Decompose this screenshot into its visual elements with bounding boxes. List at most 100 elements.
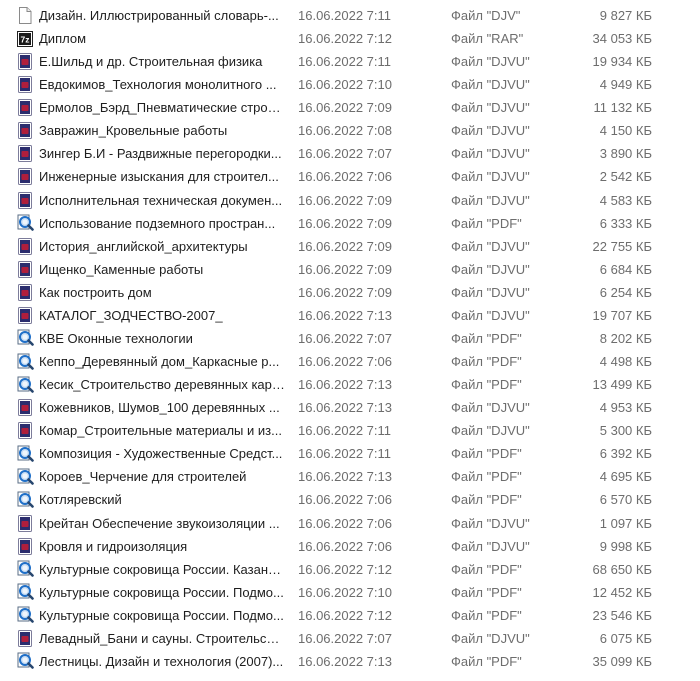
file-row[interactable]: История_английской_архитектуры 16.06.2022… xyxy=(0,235,700,258)
file-date-modified: 16.06.2022 7:07 xyxy=(298,146,392,162)
file-row[interactable]: КАТАЛОГ_ЗОДЧЕСТВО-2007_ 16.06.2022 7:13 Фа… xyxy=(0,304,700,327)
pdf-viewer-icon xyxy=(16,581,34,604)
pdf-viewer-icon xyxy=(16,442,34,465)
file-type: Файл "PDF" xyxy=(451,561,522,577)
file-size: 13 499 КБ xyxy=(592,377,652,393)
file-row[interactable]: Левадный_Бани и сауны. Строительств... 16… xyxy=(0,627,700,650)
file-size: 6 684 КБ xyxy=(599,261,652,277)
file-size: 9 827 КБ xyxy=(599,8,652,23)
file-name: Кесик_Строительство деревянных карк... xyxy=(39,377,285,393)
file-date-modified: 16.06.2022 7:09 xyxy=(298,284,392,300)
file-row[interactable]: Лестницы. Дизайн и технология (2007)... 1… xyxy=(0,650,700,673)
djvu-document-icon xyxy=(16,512,34,535)
file-name: Евдокимов_Технология монолитного ... xyxy=(39,77,277,93)
djvu-document-icon xyxy=(16,396,34,419)
file-date-modified: 16.06.2022 7:07 xyxy=(298,630,392,646)
djvu-document-icon xyxy=(16,73,34,96)
file-date-modified: 16.06.2022 7:11 xyxy=(298,446,392,462)
file-row[interactable]: Зингер Б.И - Раздвижные перегородки... 16… xyxy=(0,142,700,165)
file-row[interactable]: Использование подземного простран... 16.0… xyxy=(0,212,700,235)
svg-text:7z: 7z xyxy=(21,34,30,44)
file-size: 6 075 КБ xyxy=(599,630,652,646)
file-name: Кровля и гидроизоляция xyxy=(39,538,188,554)
file-row[interactable]: Культурные сокровища России. Казань... 16… xyxy=(0,558,700,581)
file-size: 6 333 КБ xyxy=(599,215,652,231)
file-type: Файл "DJVU" xyxy=(451,261,530,277)
file-size: 3 890 КБ xyxy=(599,146,652,162)
file-row[interactable]: Ищенко_Каменные работы 16.06.2022 7:09 Фай… xyxy=(0,258,700,281)
file-size: 23 546 КБ xyxy=(592,607,652,623)
file-name: Крейтан Обеспечение звукоизоляции ... xyxy=(39,515,280,531)
file-name: Ищенко_Каменные работы xyxy=(39,261,204,277)
file-type: Файл "PDF" xyxy=(451,607,522,623)
file-date-modified: 16.06.2022 7:12 xyxy=(298,561,392,577)
file-date-modified: 16.06.2022 7:06 xyxy=(298,169,392,185)
file-date-modified: 16.06.2022 7:10 xyxy=(298,77,392,93)
file-row[interactable]: Ермолов_Бэрд_Пневматические строи... 16.0… xyxy=(0,96,700,119)
djvu-document-icon xyxy=(16,50,34,73)
file-row[interactable]: Инженерные изыскания для строител... 16.0… xyxy=(0,165,700,188)
file-date-modified: 16.06.2022 7:13 xyxy=(298,469,392,485)
file-date-modified: 16.06.2022 7:06 xyxy=(298,538,392,554)
file-row[interactable]: Кожевников, Шумов_100 деревянных ... 16.0… xyxy=(0,396,700,419)
file-type: Файл "PDF" xyxy=(451,215,522,231)
file-row[interactable]: Крейтан Обеспечение звукоизоляции ... 16.… xyxy=(0,512,700,535)
file-row[interactable]: Исполнительная техническая докумен... 16.… xyxy=(0,189,700,212)
file-size: 19 934 КБ xyxy=(592,54,652,70)
file-row[interactable]: 7z Диплом 16.06.2022 7:12 Файл "RAR" 34 053 … xyxy=(0,27,700,50)
file-type: Файл "DJVU" xyxy=(451,307,530,323)
file-row[interactable]: Кесик_Строительство деревянных карк... 16… xyxy=(0,373,700,396)
file-row[interactable]: Котляревский 16.06.2022 7:06 Файл "PDF" 6 5… xyxy=(0,488,700,511)
file-name: Диплом xyxy=(39,31,87,47)
file-row[interactable]: Как построить дом 16.06.2022 7:09 Файл "DJ… xyxy=(0,281,700,304)
djvu-document-icon xyxy=(16,627,34,650)
file-type: Файл "DJVU" xyxy=(451,146,530,162)
file-size: 6 254 КБ xyxy=(599,284,652,300)
file-type: Файл "DJVU" xyxy=(451,238,530,254)
file-type: Файл "DJVU" xyxy=(451,192,530,208)
file-name: Короев_Черчение для строителей xyxy=(39,469,247,485)
file-date-modified: 16.06.2022 7:12 xyxy=(298,607,392,623)
file-row[interactable]: Кеппо_Деревянный дом_Каркасные р... 16.06… xyxy=(0,350,700,373)
file-name: Ермолов_Бэрд_Пневматические строи... xyxy=(39,100,285,116)
pdf-viewer-icon xyxy=(16,650,34,673)
file-row[interactable]: Е.Шильд и др. Строительная физика 16.06.2… xyxy=(0,50,700,73)
djvu-document-icon xyxy=(16,535,34,558)
file-name: Завражин_Кровельные работы xyxy=(39,123,228,139)
file-date-modified: 16.06.2022 7:09 xyxy=(298,238,392,254)
file-type: Файл "PDF" xyxy=(451,330,522,346)
pdf-viewer-icon xyxy=(16,604,34,627)
file-name: Комар_Строительные материалы и из... xyxy=(39,423,282,439)
file-row[interactable]: КВЕ Оконные технологии 16.06.2022 7:07 Фай… xyxy=(0,327,700,350)
file-name: Композиция - Художественные Средст... xyxy=(39,446,283,462)
file-date-modified: 16.06.2022 7:06 xyxy=(298,515,392,531)
djvu-document-icon xyxy=(16,165,34,188)
djvu-document-icon xyxy=(16,96,34,119)
file-date-modified: 16.06.2022 7:08 xyxy=(298,123,392,139)
file-size: 4 583 КБ xyxy=(599,192,652,208)
file-row[interactable]: Культурные сокровища России. Подмо... 16.… xyxy=(0,581,700,604)
file-name: История_английской_архитектуры xyxy=(39,238,248,254)
file-row[interactable]: Короев_Черчение для строителей 16.06.2022… xyxy=(0,465,700,488)
file-size: 4 150 КБ xyxy=(599,123,652,139)
file-size: 34 053 КБ xyxy=(592,31,652,47)
file-name: Исполнительная техническая докумен... xyxy=(39,192,283,208)
file-date-modified: 16.06.2022 7:13 xyxy=(298,653,392,669)
file-size: 11 132 КБ xyxy=(593,100,652,116)
file-row[interactable]: Культурные сокровища России. Подмо... 16.… xyxy=(0,604,700,627)
file-type: Файл "DJVU" xyxy=(451,515,530,531)
file-row[interactable]: Композиция - Художественные Средст... 16.… xyxy=(0,442,700,465)
pdf-viewer-icon xyxy=(16,327,34,350)
file-size: 6 392 КБ xyxy=(599,446,652,462)
file-row[interactable]: Завражин_Кровельные работы 16.06.2022 7:0… xyxy=(0,119,700,142)
generic-file-icon xyxy=(16,4,34,27)
file-type: Файл "DJVU" xyxy=(451,169,530,185)
file-row[interactable]: Дизайн. Иллюстрированный словарь-... 16.0… xyxy=(0,4,700,27)
file-type: Файл "DJVU" xyxy=(451,423,530,439)
file-row[interactable]: Евдокимов_Технология монолитного ... 16.0… xyxy=(0,73,700,96)
file-row[interactable]: Кровля и гидроизоляция 16.06.2022 7:06 Фай… xyxy=(0,535,700,558)
file-row[interactable]: Комар_Строительные материалы и из... 16.0… xyxy=(0,419,700,442)
pdf-viewer-icon xyxy=(16,212,34,235)
djvu-document-icon xyxy=(16,142,34,165)
file-size: 5 300 КБ xyxy=(599,423,652,439)
